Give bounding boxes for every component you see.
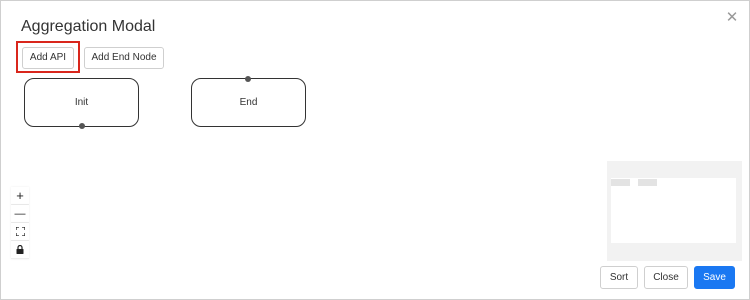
target-handle[interactable] [245,76,251,82]
sort-button[interactable]: Sort [600,266,638,289]
add-api-highlight [16,41,80,73]
close-icon[interactable]: ✕ [724,10,740,26]
zoom-in-button[interactable]: + [11,187,29,205]
minimap-viewport [611,178,736,243]
zoom-out-button[interactable]: — [11,205,29,223]
source-handle[interactable] [79,123,85,129]
minus-icon: — [14,208,26,220]
plus-icon: + [16,188,24,203]
fit-view-icon [14,226,26,237]
minimap-node [638,179,657,186]
flow-node-init[interactable]: Init [24,78,139,127]
close-button[interactable]: Close [644,266,688,289]
aggregation-modal: Aggregation Modal ✕ Add API Add End Node… [0,0,750,300]
flow-node-end[interactable]: End [191,78,306,127]
minimap-node [611,179,630,186]
lock-button[interactable] [11,241,29,259]
save-button[interactable]: Save [694,266,735,289]
add-end-node-button[interactable]: Add End Node [84,47,164,69]
lock-icon [16,244,24,254]
fit-view-button[interactable] [11,223,29,241]
modal-title: Aggregation Modal [21,18,156,35]
flow-node-label: End [239,97,258,108]
flow-node-label: Init [74,97,89,108]
